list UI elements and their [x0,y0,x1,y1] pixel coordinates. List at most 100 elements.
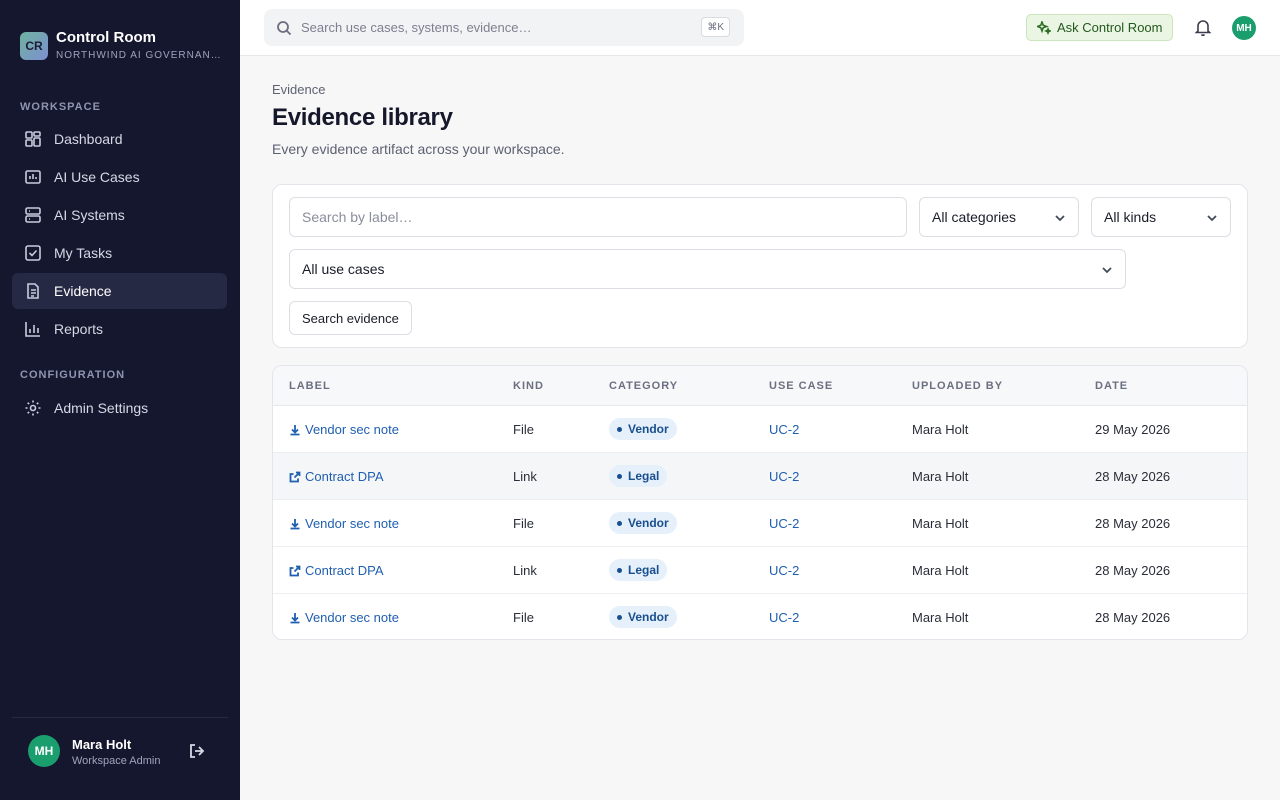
brand-subtitle: NORTHWIND AI GOVERNANCE [56,50,221,61]
download-icon [290,424,300,435]
briefcase-icon [25,170,41,184]
notifications-button[interactable] [1193,17,1215,39]
kind-cell: Link [513,469,537,484]
use-case-select-value: All use cases [302,261,385,277]
date-cell: 28 May 2026 [1095,563,1171,578]
use-case-link[interactable]: UC-2 [769,610,799,625]
category-select-value: All categories [932,209,1017,225]
user-name: Mara Holt [72,737,132,752]
category-badge-label: Legal [628,469,660,483]
badge-dot [617,473,622,479]
uploaded-by-cell: Mara Holt [912,563,969,578]
category-badge-label: Legal [628,563,660,577]
category-badge-label: Vendor [628,610,669,624]
breadcrumb[interactable]: Evidence [272,82,325,97]
ask-control-room-button[interactable]: Ask Control Room [1026,14,1174,41]
global-search[interactable]: Search use cases, systems, evidence… ⌘K [264,9,744,46]
evidence-label: Vendor sec note [305,516,399,531]
column-header-uploaded-by[interactable]: UPLOADED BY [912,380,1003,392]
sidebar-item-reports[interactable]: Reports [12,311,227,347]
sidebar-item-evidence[interactable]: Evidence [12,273,227,309]
gear-icon [25,400,41,416]
section-label-configuration: CONFIGURATION [20,369,126,381]
sidebar-item-label: Evidence [54,283,112,299]
bar-chart-icon [25,322,40,337]
user-panel: MH Mara Holt Workspace Admin [12,717,228,800]
category-select[interactable]: All categories [919,197,1079,237]
date-cell: 28 May 2026 [1095,469,1171,484]
avatar[interactable]: MH [28,735,60,767]
table-row[interactable]: Contract DPA Link Legal UC-2 Mara Holt 2… [273,453,1247,500]
sidebar-item-ai-use-cases[interactable]: AI Use Cases [12,159,227,195]
category-badge: Vendor [609,418,677,440]
badge-dot [617,567,622,573]
chevron-down-icon [1055,215,1065,222]
server-icon [25,207,41,223]
sidebar-item-label: Admin Settings [54,400,149,416]
column-header-category[interactable]: CATEGORY [609,380,678,392]
sidebar-item-label: AI Systems [54,207,125,223]
ask-label: Ask Control Room [1057,20,1163,35]
use-case-select[interactable]: All use cases [289,249,1126,289]
table-row[interactable]: Contract DPA Link Legal UC-2 Mara Holt 2… [273,547,1247,594]
category-badge: Legal [609,465,668,487]
sidebar-item-label: Reports [54,321,104,337]
avatar[interactable]: MH [1232,16,1256,40]
search-icon [277,20,292,35]
kind-cell: File [513,422,534,437]
evidence-label-link[interactable]: Vendor sec note [289,422,399,437]
search-evidence-button[interactable]: Search evidence [289,301,412,335]
download-icon [290,612,300,623]
evidence-label: Contract DPA [305,469,384,484]
evidence-label: Contract DPA [305,563,384,578]
badge-dot [617,426,622,432]
use-case-link[interactable]: UC-2 [769,516,799,531]
table-row[interactable]: Vendor sec note File Vendor UC-2 Mara Ho… [273,500,1247,547]
kind-cell: File [513,516,534,531]
logout-button[interactable] [188,742,208,762]
date-cell: 28 May 2026 [1095,516,1171,531]
table-row[interactable]: Vendor sec note File Vendor UC-2 Mara Ho… [273,594,1247,639]
kind-select-value: All kinds [1104,209,1157,225]
use-case-link[interactable]: UC-2 [769,469,799,484]
evidence-label-link[interactable]: Vendor sec note [289,516,399,531]
column-header-kind[interactable]: KIND [513,380,544,392]
kind-cell: Link [513,563,537,578]
sidebar-item-ai-systems[interactable]: AI Systems [12,197,227,233]
chevron-down-icon [1207,215,1217,222]
page-title: Evidence library [272,104,453,131]
sidebar-item-dashboard[interactable]: Dashboard [12,121,227,157]
checkbox-icon [25,245,41,261]
uploaded-by-cell: Mara Holt [912,469,969,484]
column-header-date[interactable]: DATE [1095,380,1128,392]
evidence-label: Vendor sec note [305,422,399,437]
use-case-link[interactable]: UC-2 [769,422,799,437]
brand-title: Control Room [56,29,156,46]
use-case-link[interactable]: UC-2 [769,563,799,578]
topbar: Search use cases, systems, evidence… ⌘K … [240,0,1280,56]
brand[interactable]: CR Control Room NORTHWIND AI GOVERNANCE [20,29,221,63]
chevron-down-icon [1102,267,1112,274]
category-badge-label: Vendor [628,422,669,436]
sidebar-item-label: Dashboard [54,131,123,147]
sidebar-item-my-tasks[interactable]: My Tasks [12,235,227,271]
sidebar-item-label: AI Use Cases [54,169,140,185]
column-header-use-case[interactable]: USE CASE [769,380,833,392]
evidence-label-link[interactable]: Contract DPA [289,563,384,578]
kind-select[interactable]: All kinds [1091,197,1231,237]
column-header-label[interactable]: LABEL [289,380,331,392]
brand-logo: CR [20,32,48,60]
sidebar-item-label: My Tasks [54,245,113,261]
dashboard-icon [25,131,41,147]
evidence-label-link[interactable]: Vendor sec note [289,610,399,625]
evidence-label-link[interactable]: Contract DPA [289,469,384,484]
sidebar: CR Control Room NORTHWIND AI GOVERNANCE … [0,0,240,800]
kind-cell: File [513,610,534,625]
badge-dot [617,520,622,526]
table-row[interactable]: Vendor sec note File Vendor UC-2 Mara Ho… [273,406,1247,453]
external-link-icon [289,565,301,576]
label-search-input[interactable]: Search by label… [289,197,907,237]
global-search-input[interactable]: Search use cases, systems, evidence… [301,20,532,35]
sidebar-item-admin-settings[interactable]: Admin Settings [12,390,227,426]
category-badge: Vendor [609,512,677,534]
